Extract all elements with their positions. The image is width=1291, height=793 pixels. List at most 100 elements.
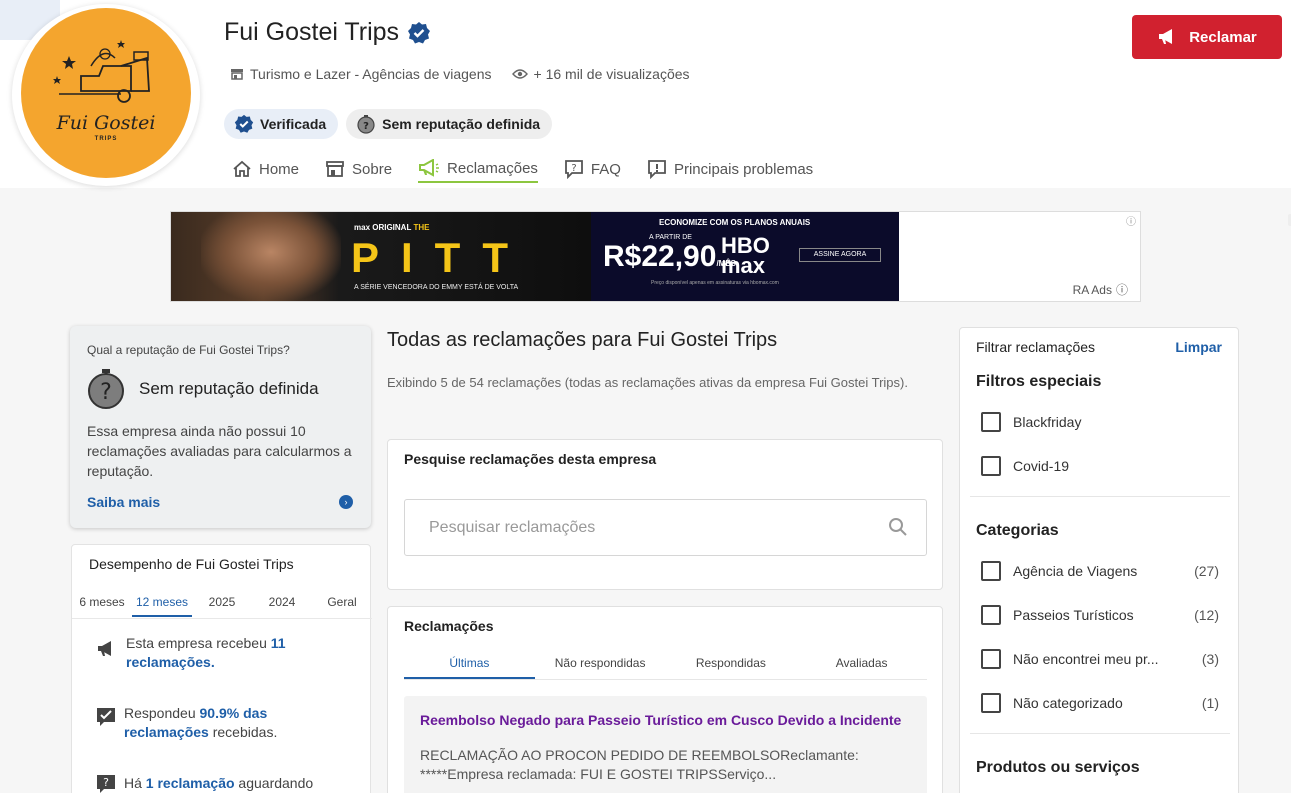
filter-checkbox[interactable] xyxy=(981,693,1001,713)
ad-brand: HBO max xyxy=(721,233,770,278)
reputation-card: Qual a reputação de Fui Gostei Trips? ? … xyxy=(70,326,371,528)
filter-label: Não encontrei meu pr... xyxy=(1013,651,1159,667)
list-item[interactable]: Reembolso Negado para Passeio Turístico … xyxy=(404,696,927,793)
perf-responded-post: recebidas. xyxy=(212,724,278,740)
filter-checkbox[interactable] xyxy=(981,605,1001,625)
ad-banner[interactable]: max ORIGINAL THE PITT A SÉRIE VENCEDORA … xyxy=(170,211,1291,302)
search-input[interactable] xyxy=(429,517,869,539)
company-views: + 16 mil de visualizações xyxy=(511,66,690,82)
products-title: Produtos ou serviços xyxy=(976,759,1140,776)
nav-complaints[interactable]: Reclamações xyxy=(418,155,538,183)
company-meta: Turismo e Lazer - Agências de viagens + … xyxy=(230,66,690,82)
company-logo: Fui Gostei TRIPS xyxy=(21,8,191,178)
search-box[interactable] xyxy=(404,499,927,556)
filter-category-nao-encontrei[interactable]: Não encontrei meu pr... (3) xyxy=(981,648,1219,670)
filter-label: Passeios Turísticos xyxy=(1013,607,1134,623)
performance-tabs: 6 meses 12 meses 2025 2024 Geral xyxy=(72,595,372,617)
perf-tab-6-months[interactable]: 6 meses xyxy=(72,595,132,617)
ad-face-image xyxy=(201,212,341,301)
page-description: Exibindo 5 de 54 reclamações (todas as r… xyxy=(387,375,908,390)
filter-checkbox[interactable] xyxy=(981,561,1001,581)
ad-corner-info-icon[interactable]: ⓘ xyxy=(1126,213,1136,228)
reclamar-button[interactable]: Reclamar xyxy=(1132,15,1282,59)
complaints-card: Reclamações Últimas Não respondidas Resp… xyxy=(387,606,943,793)
company-views-text: + 16 mil de visualizações xyxy=(533,66,690,82)
nav-main-problems[interactable]: Principais problemas xyxy=(647,155,813,183)
performance-divider xyxy=(72,618,372,619)
special-filters-title: Filtros especiais xyxy=(976,373,1102,390)
ad-image-left: max ORIGINAL THE PITT A SÉRIE VENCEDORA … xyxy=(171,212,591,301)
perf-responded-pre: Respondeu xyxy=(124,705,196,721)
tab-not-responded[interactable]: Não respondidas xyxy=(535,656,666,679)
reputation-badge[interactable]: ? Sem reputação definida xyxy=(346,109,553,139)
chevron-right-icon[interactable]: › xyxy=(339,495,353,509)
nav-about-label: Sobre xyxy=(352,160,393,178)
store-icon xyxy=(231,69,243,80)
filter-count: (12) xyxy=(1194,607,1219,623)
filter-clear-link[interactable]: Limpar xyxy=(1175,339,1222,355)
eye-icon xyxy=(511,69,528,79)
complaints-title: Reclamações xyxy=(404,618,494,634)
ad-tagline: A SÉRIE VENCEDORA DO EMMY ESTÁ DE VOLTA xyxy=(354,284,519,291)
filter-blackfriday[interactable]: Blackfriday xyxy=(981,411,1219,433)
svg-text:?: ? xyxy=(363,121,369,132)
ad-label-text: RA Ads xyxy=(1072,282,1112,297)
filter-checkbox[interactable] xyxy=(981,456,1001,476)
company-nav: Home Sobre Reclamações ? FAQ Principais … xyxy=(232,155,813,183)
megaphone-icon xyxy=(1159,29,1173,44)
ad-prefix: THE xyxy=(413,223,430,232)
nav-about[interactable]: Sobre xyxy=(325,155,392,183)
perf-waiting-value[interactable]: 1 reclamação xyxy=(146,775,235,791)
filter-covid[interactable]: Covid-19 xyxy=(981,455,1219,477)
filter-divider xyxy=(970,496,1230,497)
perf-received: Esta empresa recebeu 11 reclamações. xyxy=(96,634,336,672)
perf-tab-2025[interactable]: 2025 xyxy=(192,595,252,617)
ad-hbo-tag: max ORIGINAL THE xyxy=(354,223,429,232)
svg-text:?: ? xyxy=(571,163,576,174)
nav-faq[interactable]: ? FAQ xyxy=(564,155,621,183)
filter-checkbox[interactable] xyxy=(981,649,1001,669)
complaints-tabs: Últimas Não respondidas Respondidas Aval… xyxy=(404,656,927,679)
filter-category-agencia[interactable]: Agência de Viagens (27) xyxy=(981,560,1219,582)
filter-label: Não categorizado xyxy=(1013,695,1123,711)
search-card: Pesquise reclamações desta empresa xyxy=(387,439,943,590)
filter-category-nao-categorizado[interactable]: Não categorizado (1) xyxy=(981,692,1219,714)
ad-cta[interactable]: ASSINE AGORA xyxy=(799,248,881,262)
performance-card: Desempenho de Fui Gostei Trips 6 meses 1… xyxy=(71,544,372,793)
perf-tab-12-months[interactable]: 12 meses xyxy=(132,595,192,617)
search-icon[interactable] xyxy=(888,517,908,537)
perf-tab-2024[interactable]: 2024 xyxy=(252,595,312,617)
tab-responded[interactable]: Respondidas xyxy=(666,656,797,679)
question-stopwatch-icon: ? xyxy=(88,369,124,409)
filter-checkbox[interactable] xyxy=(981,412,1001,432)
nav-home[interactable]: Home xyxy=(232,155,299,183)
reclamar-button-label: Reclamar xyxy=(1189,28,1257,46)
verified-badge-icon xyxy=(408,21,431,43)
verified-shield-icon xyxy=(234,114,254,133)
filter-label: Agência de Viagens xyxy=(1013,563,1138,579)
filter-card: Filtrar reclamações Limpar Filtros espec… xyxy=(959,327,1239,793)
perf-responded-text: Respondeu 90.9% das reclamações recebida… xyxy=(124,704,336,742)
company-name: Fui Gostei Trips xyxy=(224,18,431,47)
check-chat-icon xyxy=(97,708,115,726)
alert-chat-icon xyxy=(648,160,666,179)
company-header: Fui Gostei TRIPS Fui Gostei Trips Turism… xyxy=(0,0,1291,188)
reputation-question: Qual a reputação de Fui Gostei Trips? xyxy=(87,343,290,357)
ad-fineprint: Preço disponível apenas em assinaturas v… xyxy=(651,280,779,286)
perf-tab-overall[interactable]: Geral xyxy=(312,595,372,617)
logo-text: Fui Gostei xyxy=(56,112,156,134)
question-chat-icon: ? xyxy=(97,775,115,793)
verified-badge[interactable]: Verificada xyxy=(224,109,339,139)
svg-text:?: ? xyxy=(100,380,112,405)
filter-category-passeios[interactable]: Passeios Turísticos (12) xyxy=(981,604,1219,626)
perf-waiting-pre: Há xyxy=(124,775,142,791)
saiba-mais-link[interactable]: Saiba mais xyxy=(87,494,160,510)
complaint-title-link[interactable]: Reembolso Negado para Passeio Turístico … xyxy=(420,712,915,728)
tab-latest[interactable]: Últimas xyxy=(404,656,535,679)
perf-waiting: ? Há 1 reclamação aguardando xyxy=(96,774,356,793)
ad-label[interactable]: RA Ads ⓘ xyxy=(1073,281,1128,298)
tab-evaluated[interactable]: Avaliadas xyxy=(796,656,927,679)
question-stopwatch-icon: ? xyxy=(357,115,375,134)
ad-offer: ECONOMIZE COM OS PLANOS ANUAIS A PARTIR … xyxy=(591,212,1291,301)
perf-received-pre: Esta empresa recebeu xyxy=(126,635,267,651)
